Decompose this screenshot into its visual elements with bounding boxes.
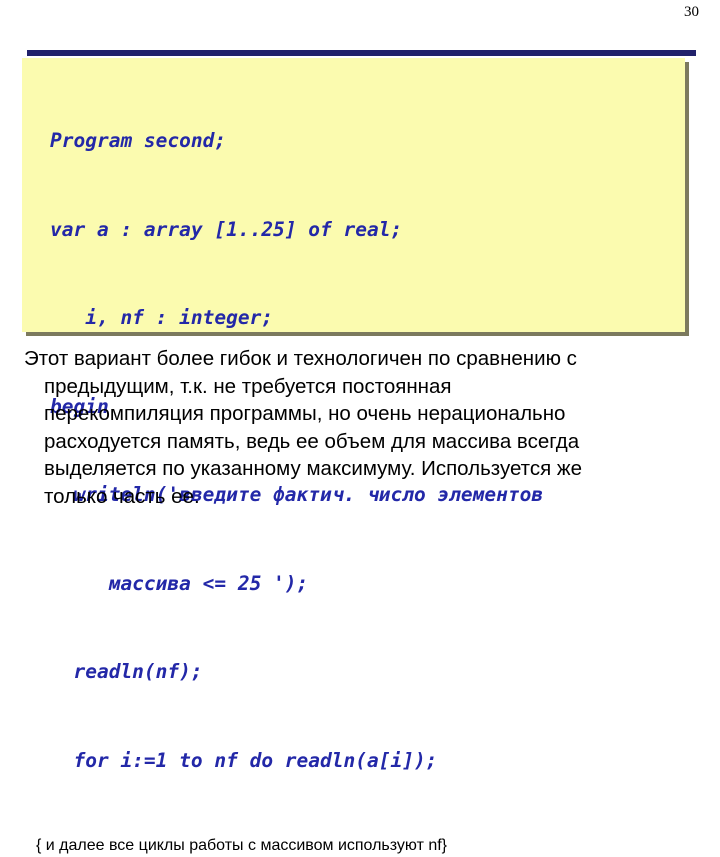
code-comment-line: { и далее все циклы работы с массивом ис… [36,837,448,854]
code-listing-box: Program second; var a : array [1..25] of… [22,58,685,854]
slide: 30 Program second; var a : array [1..25]… [0,0,720,854]
body-line: только часть ее. [44,484,200,508]
body-line: перекомпиляция программы, но очень нерац… [44,402,566,425]
body-line: выделяется по указанному максимуму. Испо… [44,457,583,480]
body-paragraph: Этот вариант более гибок и технологичен … [24,345,692,510]
code-line: Program second; [50,129,227,152]
header-divider-rule [27,50,696,56]
body-line: Этот вариант более гибок и технологичен … [24,347,577,370]
code-line: for i:=1 to nf do readln(a[i]); [50,748,438,772]
code-line: readln(nf); [50,660,203,683]
body-line: расходуется память, ведь ее объем для ма… [44,429,580,453]
code-line: массива <= 25 '); [50,571,309,595]
body-line: предыдущим, т.к. не требуется постоянная [44,374,452,398]
code-line: var a : array [1..25] of real; [50,217,403,241]
page-number: 30 [684,4,699,20]
code-line: i, nf : integer; [50,306,274,329]
